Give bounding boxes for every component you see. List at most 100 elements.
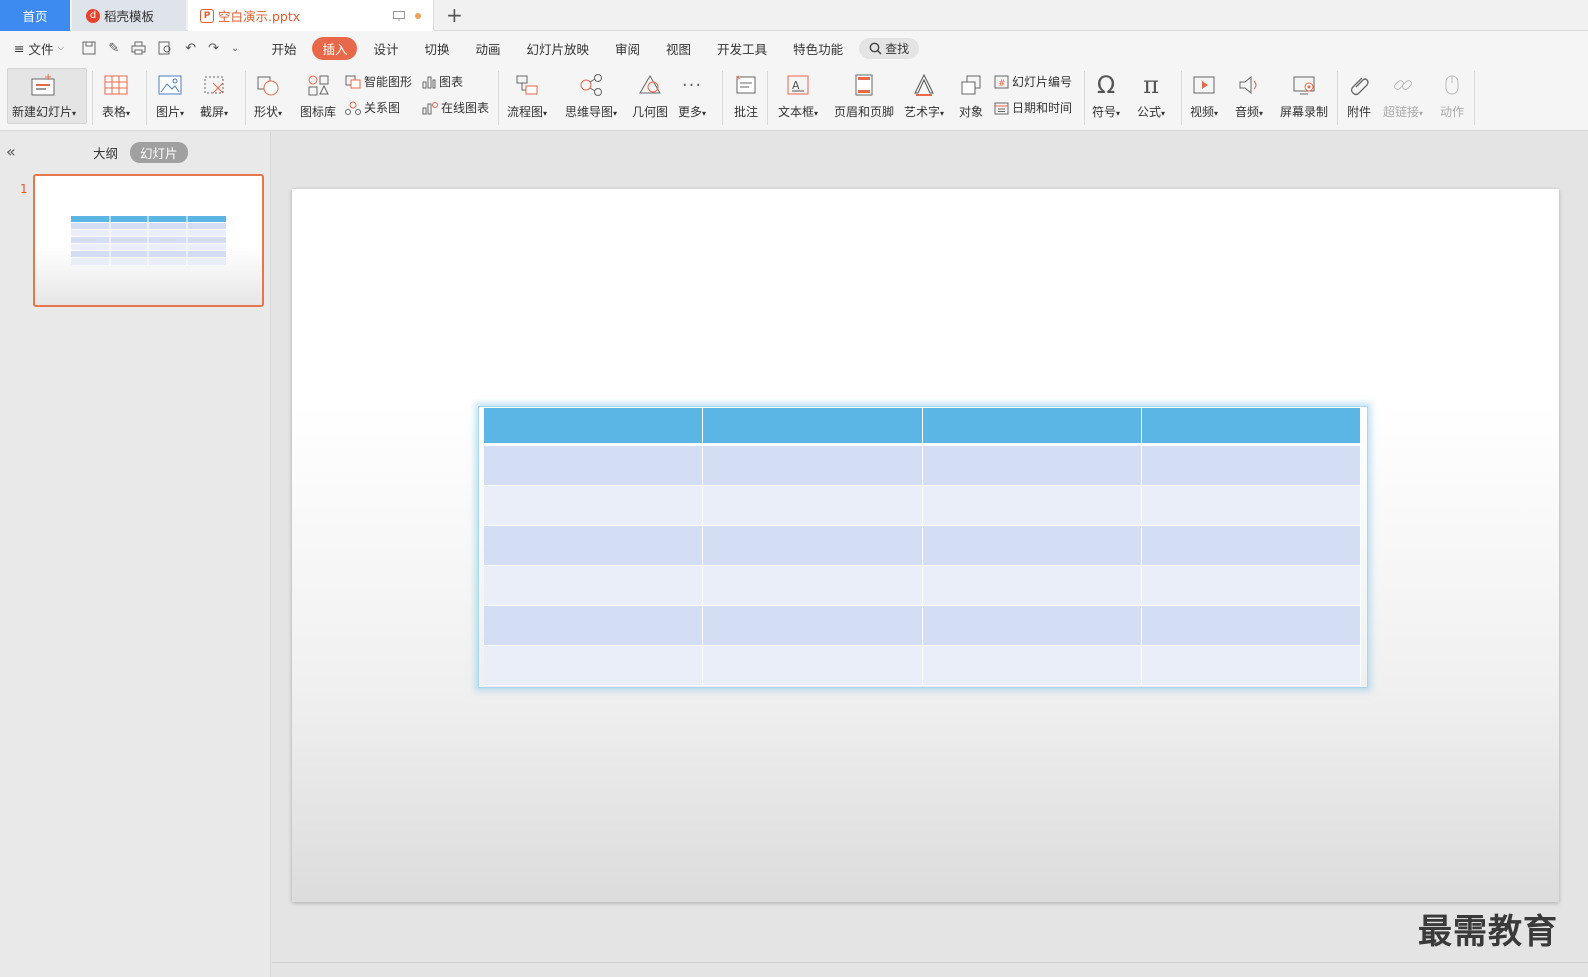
table-button[interactable]: 表格▾ [102,69,130,120]
picture-button[interactable]: 图片▾ [156,69,184,120]
new-slide-button[interactable]: + 新建幻灯片▾ [12,69,76,120]
attachment-button[interactable]: 附件 [1346,69,1372,120]
table-cell[interactable] [484,606,704,646]
plus-icon: + [446,3,463,27]
table-cell[interactable] [922,566,1142,606]
outline-tab[interactable]: 大纲 [93,143,118,162]
table-cell[interactable] [703,526,923,566]
table-cell[interactable] [1141,566,1361,606]
collapse-panel-icon[interactable]: « [6,142,16,161]
online-chart-button[interactable]: 在线图表 [422,99,489,116]
table-cell[interactable] [703,646,923,686]
tab-insert[interactable]: 插入 [312,36,358,60]
chart-button[interactable]: 图表 [422,73,463,90]
date-time-button[interactable]: 日期和时间 [994,99,1072,116]
slide-thumbnail[interactable] [33,174,264,307]
customize-icon[interactable]: ⌄ [231,43,239,54]
file-menu[interactable]: ≡ 文件 ⌵ [14,39,64,58]
table-cell[interactable] [922,446,1142,486]
flowchart-button[interactable]: 流程图▾ [507,69,547,120]
chevron-down-icon: ⌵ [57,43,65,53]
new-tab-button[interactable]: + [446,3,463,27]
shape-button[interactable]: 形状▾ [254,69,282,120]
presentation-icon: P [200,8,214,23]
textbox-label: 文本框 [778,105,815,119]
monitor-icon[interactable] [393,10,405,21]
print-icon[interactable] [131,41,146,55]
tab-home[interactable]: 首页 [0,0,70,31]
table-cell[interactable] [1141,408,1361,446]
hyperlink-label: 超链接 [1383,105,1420,119]
undo-icon[interactable]: ↶ [185,41,196,56]
print-preview-icon[interactable] [158,41,173,55]
table-cell[interactable] [484,408,704,446]
relation-icon [345,101,361,115]
tab-bar: 首页 d 稻壳模板 P 空白演示.pptx + [0,0,1588,31]
tab-template[interactable]: d 稻壳模板 [72,0,186,31]
more-button[interactable]: ··· 更多▾ [678,69,706,120]
table-cell[interactable] [484,526,704,566]
action-button[interactable]: 动作 [1439,69,1465,120]
symbol-button[interactable]: Ω 符号▾ [1092,69,1120,120]
table-cell[interactable] [922,646,1142,686]
menu-row: ≡ 文件 ⌵ ✎ ↶ ↷ ⌄ 开始 插入 设计 切换 动画 幻灯片放映 审阅 视… [0,31,1588,65]
tab-view[interactable]: 视图 [656,37,701,60]
tab-developer[interactable]: 开发工具 [707,37,777,60]
tab-features[interactable]: 特色功能 [783,37,853,60]
tab-review[interactable]: 审阅 [605,37,650,60]
textbox-button[interactable]: A 文本框▾ [778,69,818,120]
slide-number-label: 幻灯片编号 [1012,75,1073,89]
hyperlink-button[interactable]: 超链接▾ [1383,69,1423,120]
icon-library-button[interactable]: 图标库 [300,69,336,120]
table-cell[interactable] [1141,646,1361,686]
table-cell[interactable] [922,526,1142,566]
geometry-button[interactable]: 几何图 [632,69,668,120]
table-cell[interactable] [484,646,704,686]
tab-document[interactable]: P 空白演示.pptx [188,0,434,31]
table-cell[interactable] [484,566,704,606]
table-cell[interactable] [703,486,923,526]
mindmap-button[interactable]: 思维导图▾ [565,69,617,120]
picture-label: 图片 [156,105,181,119]
separator [722,71,723,125]
table-cell[interactable] [484,446,704,486]
table-cell[interactable] [922,408,1142,446]
mouse-icon [1445,75,1459,95]
screen-record-button[interactable]: 屏幕录制 [1280,69,1328,120]
format-painter-icon[interactable]: ✎ [108,41,119,56]
table-cell[interactable] [484,486,704,526]
tab-slideshow[interactable]: 幻灯片放映 [517,37,600,60]
table-cell[interactable] [703,408,923,446]
header-footer-button[interactable]: 页眉和页脚 [834,69,894,120]
relation-label: 关系图 [364,101,401,115]
slide-number-button[interactable]: # 幻灯片编号 [994,73,1072,90]
audio-button[interactable]: 音频▾ [1235,69,1263,120]
save-icon[interactable] [82,41,96,55]
video-button[interactable]: 视频▾ [1190,69,1218,120]
relation-chart-button[interactable]: 关系图 [345,99,400,116]
table-cell[interactable] [922,486,1142,526]
slides-tab[interactable]: 幻灯片 [130,142,188,163]
table-cell[interactable] [1141,526,1361,566]
tab-animation[interactable]: 动画 [466,37,511,60]
formula-button[interactable]: π 公式▾ [1137,69,1165,120]
table-cell[interactable] [922,606,1142,646]
wordart-button[interactable]: 艺术字▾ [904,69,944,120]
table-cell[interactable] [703,566,923,606]
tab-design[interactable]: 设计 [363,37,408,60]
table-cell[interactable] [1141,606,1361,646]
slide-table[interactable] [484,408,1361,686]
separator [92,71,93,125]
tab-start[interactable]: 开始 [261,37,306,60]
object-button[interactable]: 对象 [958,69,984,120]
table-cell[interactable] [1141,486,1361,526]
search-button[interactable]: 查找 [859,37,920,59]
table-cell[interactable] [703,606,923,646]
tab-transition[interactable]: 切换 [414,37,459,60]
table-cell[interactable] [703,446,923,486]
screenshot-button[interactable]: 截屏▾ [200,69,228,120]
redo-icon[interactable]: ↷ [208,41,219,56]
comment-button[interactable]: * 批注 [733,69,759,120]
smart-shape-button[interactable]: 智能图形 [345,73,412,90]
table-cell[interactable] [1141,446,1361,486]
